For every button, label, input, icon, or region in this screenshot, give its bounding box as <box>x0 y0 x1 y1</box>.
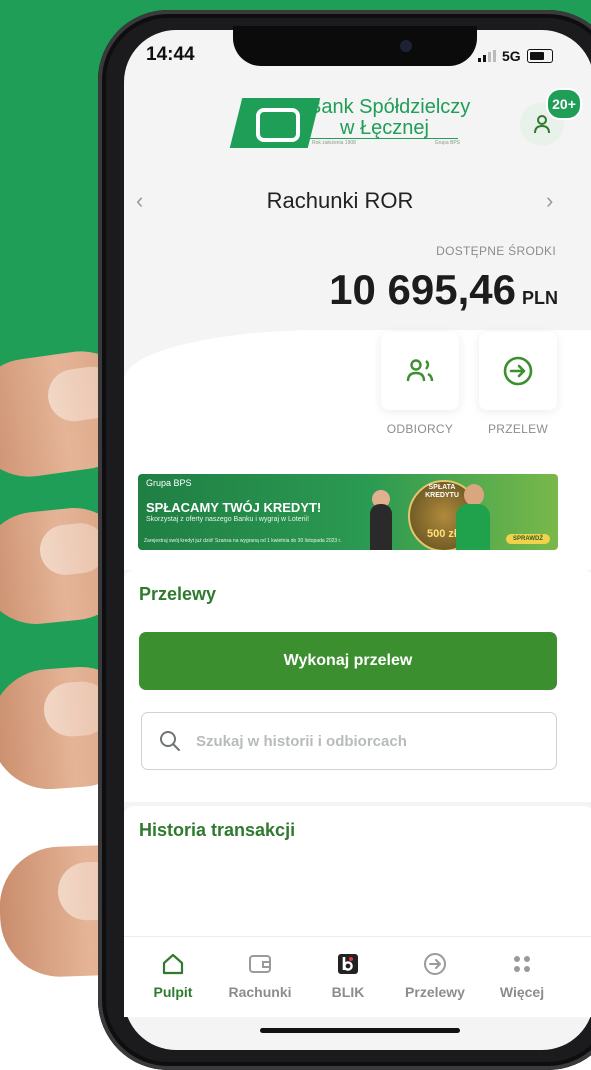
recipients-label: ODBIORCY <box>386 422 454 436</box>
account-balance: 10 695,46 PLN <box>260 266 558 314</box>
bank-logo-name: Bank Spółdzielczy <box>308 96 471 118</box>
make-transfer-button[interactable]: Wykonaj przelew <box>139 632 557 690</box>
prev-account-chevron-icon[interactable]: ‹ <box>136 188 143 214</box>
banner-person-woman <box>370 504 392 550</box>
banner-coin-text: SPŁATA KREDYTU <box>425 484 459 499</box>
search-placeholder: Szukaj w historii i odbiorcach <box>196 732 407 750</box>
tab-wiecej[interactable]: Więcej <box>477 950 567 1000</box>
next-account-chevron-icon[interactable]: › <box>546 188 553 214</box>
transfers-title: Przelewy <box>139 584 217 604</box>
notification-badge: 20+ <box>546 88 582 120</box>
tab-label-pulpit: Pulpit <box>153 984 193 1000</box>
wallet-icon <box>249 955 271 973</box>
tab-blik[interactable]: BLIK <box>303 950 393 1000</box>
balance-currency: PLN <box>522 288 558 308</box>
recipients-icon <box>406 359 434 382</box>
logo-tag-right: Grupa BPS <box>434 140 460 146</box>
network-label: 5G <box>502 48 521 64</box>
tab-przelewy[interactable]: Przelewy <box>390 950 480 1000</box>
tab-label-blik: BLIK <box>331 984 365 1000</box>
banner-cta-button[interactable]: SPRAWDŹ <box>506 534 550 544</box>
banner-footnote: Zarejestruj swój kredyt już dziś! Szansa… <box>144 538 342 544</box>
banner-person-man <box>456 504 490 550</box>
tab-label-rachunki: Rachunki <box>228 984 292 1000</box>
transfer-icon <box>424 953 446 975</box>
balance-amount: 10 695,46 <box>329 266 516 313</box>
recipients-button[interactable] <box>381 332 459 410</box>
more-icon <box>514 956 530 972</box>
banner-person-head-2 <box>464 484 484 506</box>
status-time: 14:44 <box>146 44 195 65</box>
promo-banner[interactable]: Grupa BPS SPŁACAMY TWÓJ KREDYT! Skorzyst… <box>138 474 558 550</box>
logo-divider <box>306 138 458 139</box>
battery-icon <box>526 49 553 63</box>
tab-pulpit[interactable]: Pulpit <box>128 950 218 1000</box>
search-input[interactable]: Szukaj w historii i odbiorcach <box>141 712 557 770</box>
search-icon <box>160 731 180 751</box>
status-indicators: 5G <box>478 48 553 64</box>
transfer-label: PRZELEW <box>487 422 549 436</box>
camera <box>400 40 412 52</box>
logo-tag-left: Rok założenia 1908 <box>312 140 356 146</box>
bank-logo-bubble-icon <box>256 108 300 142</box>
transfer-button[interactable] <box>479 332 557 410</box>
tab-label-przelewy: Przelewy <box>405 984 465 1000</box>
arrow-right-circle-icon <box>503 356 533 386</box>
user-icon <box>534 115 550 134</box>
logo-tagline: Rok założenia 1908 Grupa BPS <box>312 140 460 146</box>
phone-notch <box>233 26 477 66</box>
home-indicator[interactable] <box>260 1028 460 1033</box>
blik-icon <box>338 954 358 974</box>
banner-subtitle: Skorzystaj z oferty naszego Banku i wygr… <box>146 516 310 523</box>
bank-logo-city: w Łęcznej <box>340 117 429 139</box>
home-icon <box>162 953 184 975</box>
tab-rachunki[interactable]: Rachunki <box>215 950 305 1000</box>
signal-icon <box>478 50 496 62</box>
banner-title: SPŁACAMY TWÓJ KREDYT! <box>146 500 322 515</box>
account-title: Rachunki ROR <box>266 188 414 213</box>
tab-label-wiecej: Więcej <box>499 984 545 1000</box>
banner-brand: Grupa BPS <box>146 478 192 488</box>
available-funds-label: DOSTĘPNE ŚRODKI <box>436 244 556 258</box>
history-title: Historia transakcji <box>139 820 296 840</box>
